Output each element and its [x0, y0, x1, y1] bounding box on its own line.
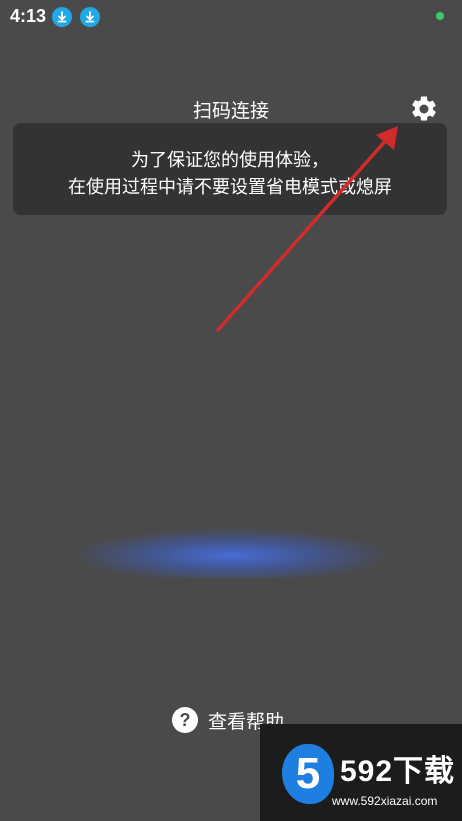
question-icon: ? — [172, 707, 198, 733]
page-title: 扫码连接 — [192, 100, 269, 122]
status-time: 4:13 — [10, 6, 47, 26]
watermark-title: 592下载 — [340, 755, 456, 788]
watermark-url: www.592xiazai.com — [332, 794, 438, 808]
toast-line-1: 为了保证您的使用体验， — [131, 150, 329, 171]
download-icon — [52, 7, 72, 27]
status-indicator-dot — [436, 12, 444, 20]
gear-icon[interactable] — [409, 94, 439, 124]
toast-line-2: 在使用过程中请不要设置省电模式或熄屏 — [68, 177, 392, 198]
download-icon — [80, 7, 100, 27]
watermark-logo: 5 — [282, 744, 334, 804]
watermark: 5 592下载 www.592xiazai.com — [260, 724, 462, 821]
power-saving-toast: 为了保证您的使用体验， 在使用过程中请不要设置省电模式或熄屏 — [13, 123, 447, 215]
scan-line-glow — [70, 528, 392, 578]
status-bar: 4:13 — [0, 0, 462, 34]
